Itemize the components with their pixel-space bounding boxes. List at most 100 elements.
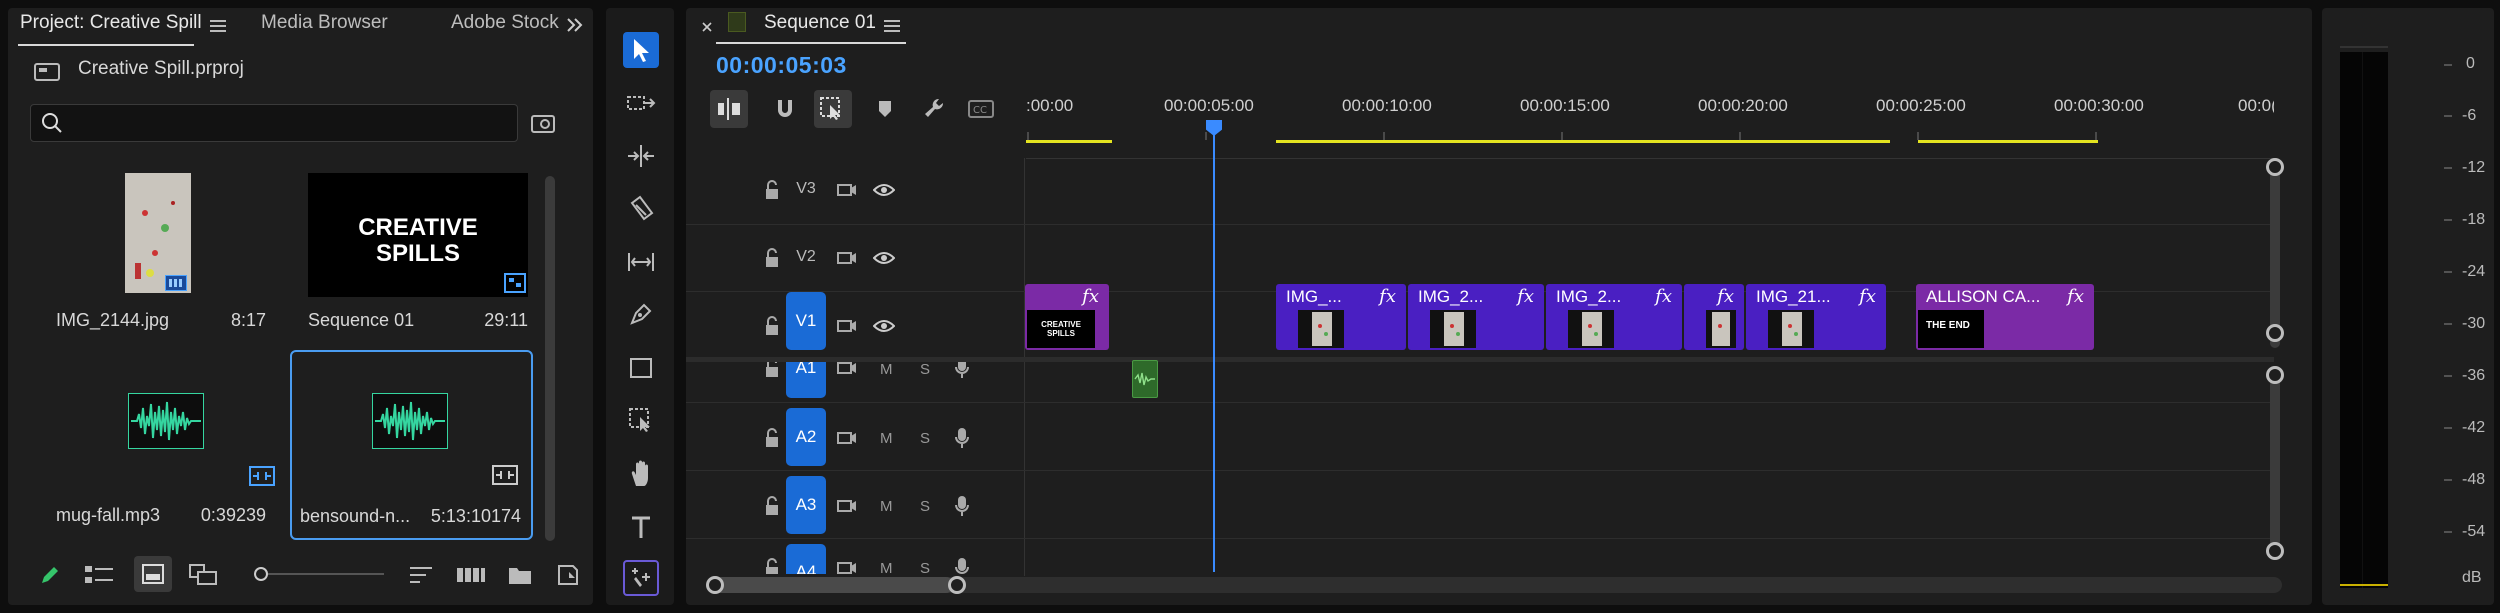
scroll-handle-right[interactable] xyxy=(948,576,966,594)
mute-button[interactable]: M xyxy=(880,560,893,574)
type-tool-icon[interactable] xyxy=(623,510,659,546)
eye-icon[interactable] xyxy=(872,178,896,202)
scroll-handle-top[interactable] xyxy=(2266,366,2284,384)
lock-icon[interactable] xyxy=(762,426,782,450)
track-target-a4[interactable]: A4 xyxy=(786,544,826,574)
track-header-a3[interactable]: A3 M S xyxy=(686,472,1024,538)
pencil-icon[interactable] xyxy=(36,561,64,589)
solo-button[interactable]: S xyxy=(920,430,930,447)
lock-icon[interactable] xyxy=(762,178,782,202)
solo-button[interactable]: S xyxy=(920,560,930,574)
track-header-v3[interactable]: V3 xyxy=(686,158,1024,224)
settings-wrench-icon[interactable] xyxy=(920,94,950,124)
sync-lock-icon[interactable] xyxy=(836,314,858,338)
tab-adobe-stock[interactable]: Adobe Stock xyxy=(451,12,559,34)
scroll-handle-left[interactable] xyxy=(706,576,724,594)
close-icon[interactable] xyxy=(700,20,714,34)
ripple-edit-tool-icon[interactable] xyxy=(623,138,659,174)
track-target-a2[interactable]: A2 xyxy=(786,408,826,466)
zoom-slider-handle[interactable] xyxy=(254,567,268,581)
sync-lock-icon[interactable] xyxy=(836,178,858,202)
track-header-v2[interactable]: V2 xyxy=(686,226,1024,292)
audio-clip[interactable] xyxy=(1132,360,1158,398)
video-clip[interactable]: fx xyxy=(1684,284,1744,350)
video-clip[interactable]: IMG_2... fx xyxy=(1408,284,1544,350)
horizontal-scroll-thumb[interactable] xyxy=(712,577,954,593)
zoom-slider-track[interactable] xyxy=(254,573,384,575)
mute-button[interactable]: M xyxy=(880,430,893,447)
video-clip[interactable]: IMG_2... fx xyxy=(1546,284,1682,350)
voiceover-mic-icon[interactable] xyxy=(952,556,972,574)
automate-to-sequence-icon[interactable] xyxy=(456,561,486,589)
project-scrollbar[interactable] xyxy=(545,176,555,541)
solo-button[interactable]: S xyxy=(920,498,930,515)
lock-icon[interactable] xyxy=(762,556,782,574)
track-header-v1[interactable]: V1 xyxy=(686,292,1024,360)
pen-tool-icon[interactable] xyxy=(623,296,659,332)
list-view-icon[interactable] xyxy=(84,561,114,589)
insert-sequence-as-nest-icon[interactable] xyxy=(710,90,748,128)
lock-icon[interactable] xyxy=(762,314,782,338)
audio-vertical-scrollbar[interactable] xyxy=(2270,378,2280,554)
find-bin-icon[interactable] xyxy=(530,112,558,136)
sequence-tab[interactable]: Sequence 01 xyxy=(764,12,876,34)
freeform-view-icon[interactable] xyxy=(188,561,220,589)
mute-button[interactable]: M xyxy=(880,498,893,515)
more-tabs-chevron-icon[interactable] xyxy=(564,14,586,36)
track-target-v1[interactable]: V1 xyxy=(786,292,826,350)
new-bin-icon[interactable] xyxy=(506,561,534,589)
sync-lock-icon[interactable] xyxy=(836,362,858,380)
mute-button[interactable]: M xyxy=(880,362,893,378)
video-clip[interactable]: ALLISON CA... fx THE END xyxy=(1916,284,2094,350)
voiceover-mic-icon[interactable] xyxy=(952,426,972,450)
playhead-line[interactable] xyxy=(1213,122,1215,572)
eye-icon[interactable] xyxy=(872,314,896,338)
sync-lock-icon[interactable] xyxy=(836,426,858,450)
track-header-a2[interactable]: A2 M S xyxy=(686,404,1024,470)
new-item-icon[interactable] xyxy=(554,561,582,589)
sync-lock-icon[interactable] xyxy=(836,556,858,574)
project-item[interactable]: mug-fall.mp3 0:39239 xyxy=(36,353,296,533)
linked-selection-icon[interactable] xyxy=(814,90,852,128)
scroll-handle-top[interactable] xyxy=(2266,158,2284,176)
add-marker-icon[interactable] xyxy=(872,94,898,124)
sort-icon[interactable] xyxy=(408,561,434,589)
scroll-handle-bottom[interactable] xyxy=(2266,324,2284,342)
icon-view-icon[interactable] xyxy=(134,556,172,592)
snap-magnet-icon[interactable] xyxy=(770,94,800,124)
lock-icon[interactable] xyxy=(762,494,782,518)
sync-lock-icon[interactable] xyxy=(836,494,858,518)
playhead-timecode[interactable]: 00:00:05:03 xyxy=(716,52,847,79)
track-target-a3[interactable]: A3 xyxy=(786,476,826,534)
captions-icon[interactable]: CC xyxy=(966,96,996,122)
project-item[interactable]: CREATIVE SPILLS Sequence 01 29:11 xyxy=(298,163,558,343)
voiceover-mic-icon[interactable] xyxy=(952,494,972,518)
object-select-tool-icon[interactable] xyxy=(623,402,659,438)
lock-icon[interactable] xyxy=(762,246,782,270)
video-clip[interactable]: IMG_... fx xyxy=(1276,284,1406,350)
project-item[interactable]: IMG_2144.jpg 8:17 xyxy=(36,163,296,343)
track-select-tool-icon[interactable] xyxy=(623,86,659,122)
solo-button[interactable]: S xyxy=(920,362,930,378)
rectangle-tool-icon[interactable] xyxy=(623,350,659,386)
voiceover-mic-icon[interactable] xyxy=(952,362,972,380)
tab-project[interactable]: Project: Creative Spill xyxy=(20,12,202,34)
track-header-a4[interactable]: A4 M S xyxy=(686,540,1024,574)
sync-lock-icon[interactable] xyxy=(836,246,858,270)
video-vertical-scrollbar[interactable] xyxy=(2270,158,2280,348)
track-header-a1[interactable]: A1 M S xyxy=(686,362,1024,402)
razor-tool-icon[interactable] xyxy=(623,190,659,226)
video-clip[interactable]: fx CREATIVE SPILLS xyxy=(1025,284,1109,350)
track-target-a1[interactable]: A1 xyxy=(786,362,826,398)
hand-tool-icon[interactable] xyxy=(623,456,659,492)
search-input[interactable] xyxy=(30,104,518,142)
project-item-selected[interactable]: bensound-n... 5:13:10174 xyxy=(290,350,533,540)
eye-icon[interactable] xyxy=(872,246,896,270)
slip-tool-icon[interactable] xyxy=(623,244,659,280)
panel-menu-icon[interactable] xyxy=(208,16,228,36)
video-clip[interactable]: IMG_21... fx xyxy=(1746,284,1886,350)
selection-tool-icon[interactable] xyxy=(623,32,659,68)
tab-media-browser[interactable]: Media Browser xyxy=(261,12,388,34)
lock-icon[interactable] xyxy=(762,362,782,380)
panel-menu-icon[interactable] xyxy=(882,16,902,36)
